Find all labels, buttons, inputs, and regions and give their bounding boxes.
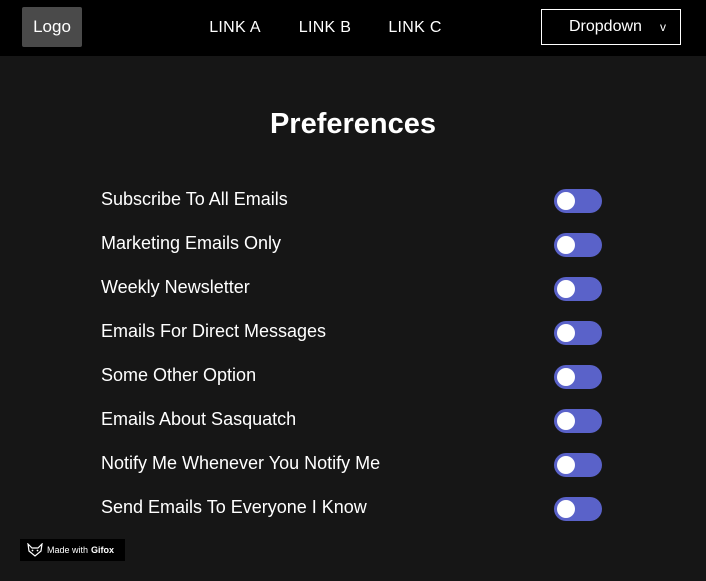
fox-icon [27,543,43,557]
preference-row-subscribe-all: Subscribe To All Emails [101,178,603,222]
logo-button[interactable]: Logo [22,7,82,47]
preference-row-weekly-newsletter: Weekly Newsletter [101,266,603,310]
direct-messages-toggle[interactable] [554,321,602,345]
subscribe-all-toggle[interactable] [554,189,602,213]
chevron-down-icon: v [660,20,666,34]
dropdown-label: Dropdown [569,18,642,35]
toggle-knob [557,280,575,298]
other-option-toggle[interactable] [554,365,602,389]
preference-label: Send Emails To Everyone I Know [101,497,367,517]
sasquatch-toggle[interactable] [554,409,602,433]
preference-label: Emails About Sasquatch [101,409,297,429]
toggle-knob [557,192,575,210]
nav-links: LINK A LINK B LINK C [190,0,460,56]
nav-link-b[interactable]: LINK B [280,19,370,37]
preference-label: Marketing Emails Only [101,233,282,253]
dropdown-select[interactable]: Dropdown v [541,9,681,45]
email-everyone-toggle[interactable] [554,497,602,521]
page-title: Preferences [269,108,437,140]
badge-prefix: Made with [47,545,89,555]
preference-label: Weekly Newsletter [101,277,250,297]
toggle-knob [557,456,575,474]
preference-label: Notify Me Whenever You Notify Me [101,453,381,473]
preference-row-other-option: Some Other Option [101,354,603,398]
preference-row-notify-me: Notify Me Whenever You Notify Me [101,442,603,486]
badge-brand: Gifox [91,545,115,555]
made-with-badge[interactable]: Made with Gifox [20,539,125,561]
toggle-knob [557,368,575,386]
toggle-knob [557,324,575,342]
preferences-list: Subscribe To All Emails Marketing Emails… [101,178,603,530]
toggle-knob [557,236,575,254]
preference-row-marketing-only: Marketing Emails Only [101,222,603,266]
preference-label: Emails For Direct Messages [101,321,327,341]
preference-row-direct-messages: Emails For Direct Messages [101,310,603,354]
notify-me-toggle[interactable] [554,453,602,477]
preference-row-sasquatch: Emails About Sasquatch [101,398,603,442]
preference-label: Some Other Option [101,365,257,385]
preference-row-email-everyone: Send Emails To Everyone I Know [101,486,603,530]
toggle-knob [557,500,575,518]
marketing-only-toggle[interactable] [554,233,602,257]
nav-link-c[interactable]: LINK C [370,19,460,37]
toggle-knob [557,412,575,430]
preference-label: Subscribe To All Emails [101,189,288,209]
nav-link-a[interactable]: LINK A [190,19,280,37]
top-navbar: Logo LINK A LINK B LINK C Dropdown v [0,0,706,56]
weekly-newsletter-toggle[interactable] [554,277,602,301]
